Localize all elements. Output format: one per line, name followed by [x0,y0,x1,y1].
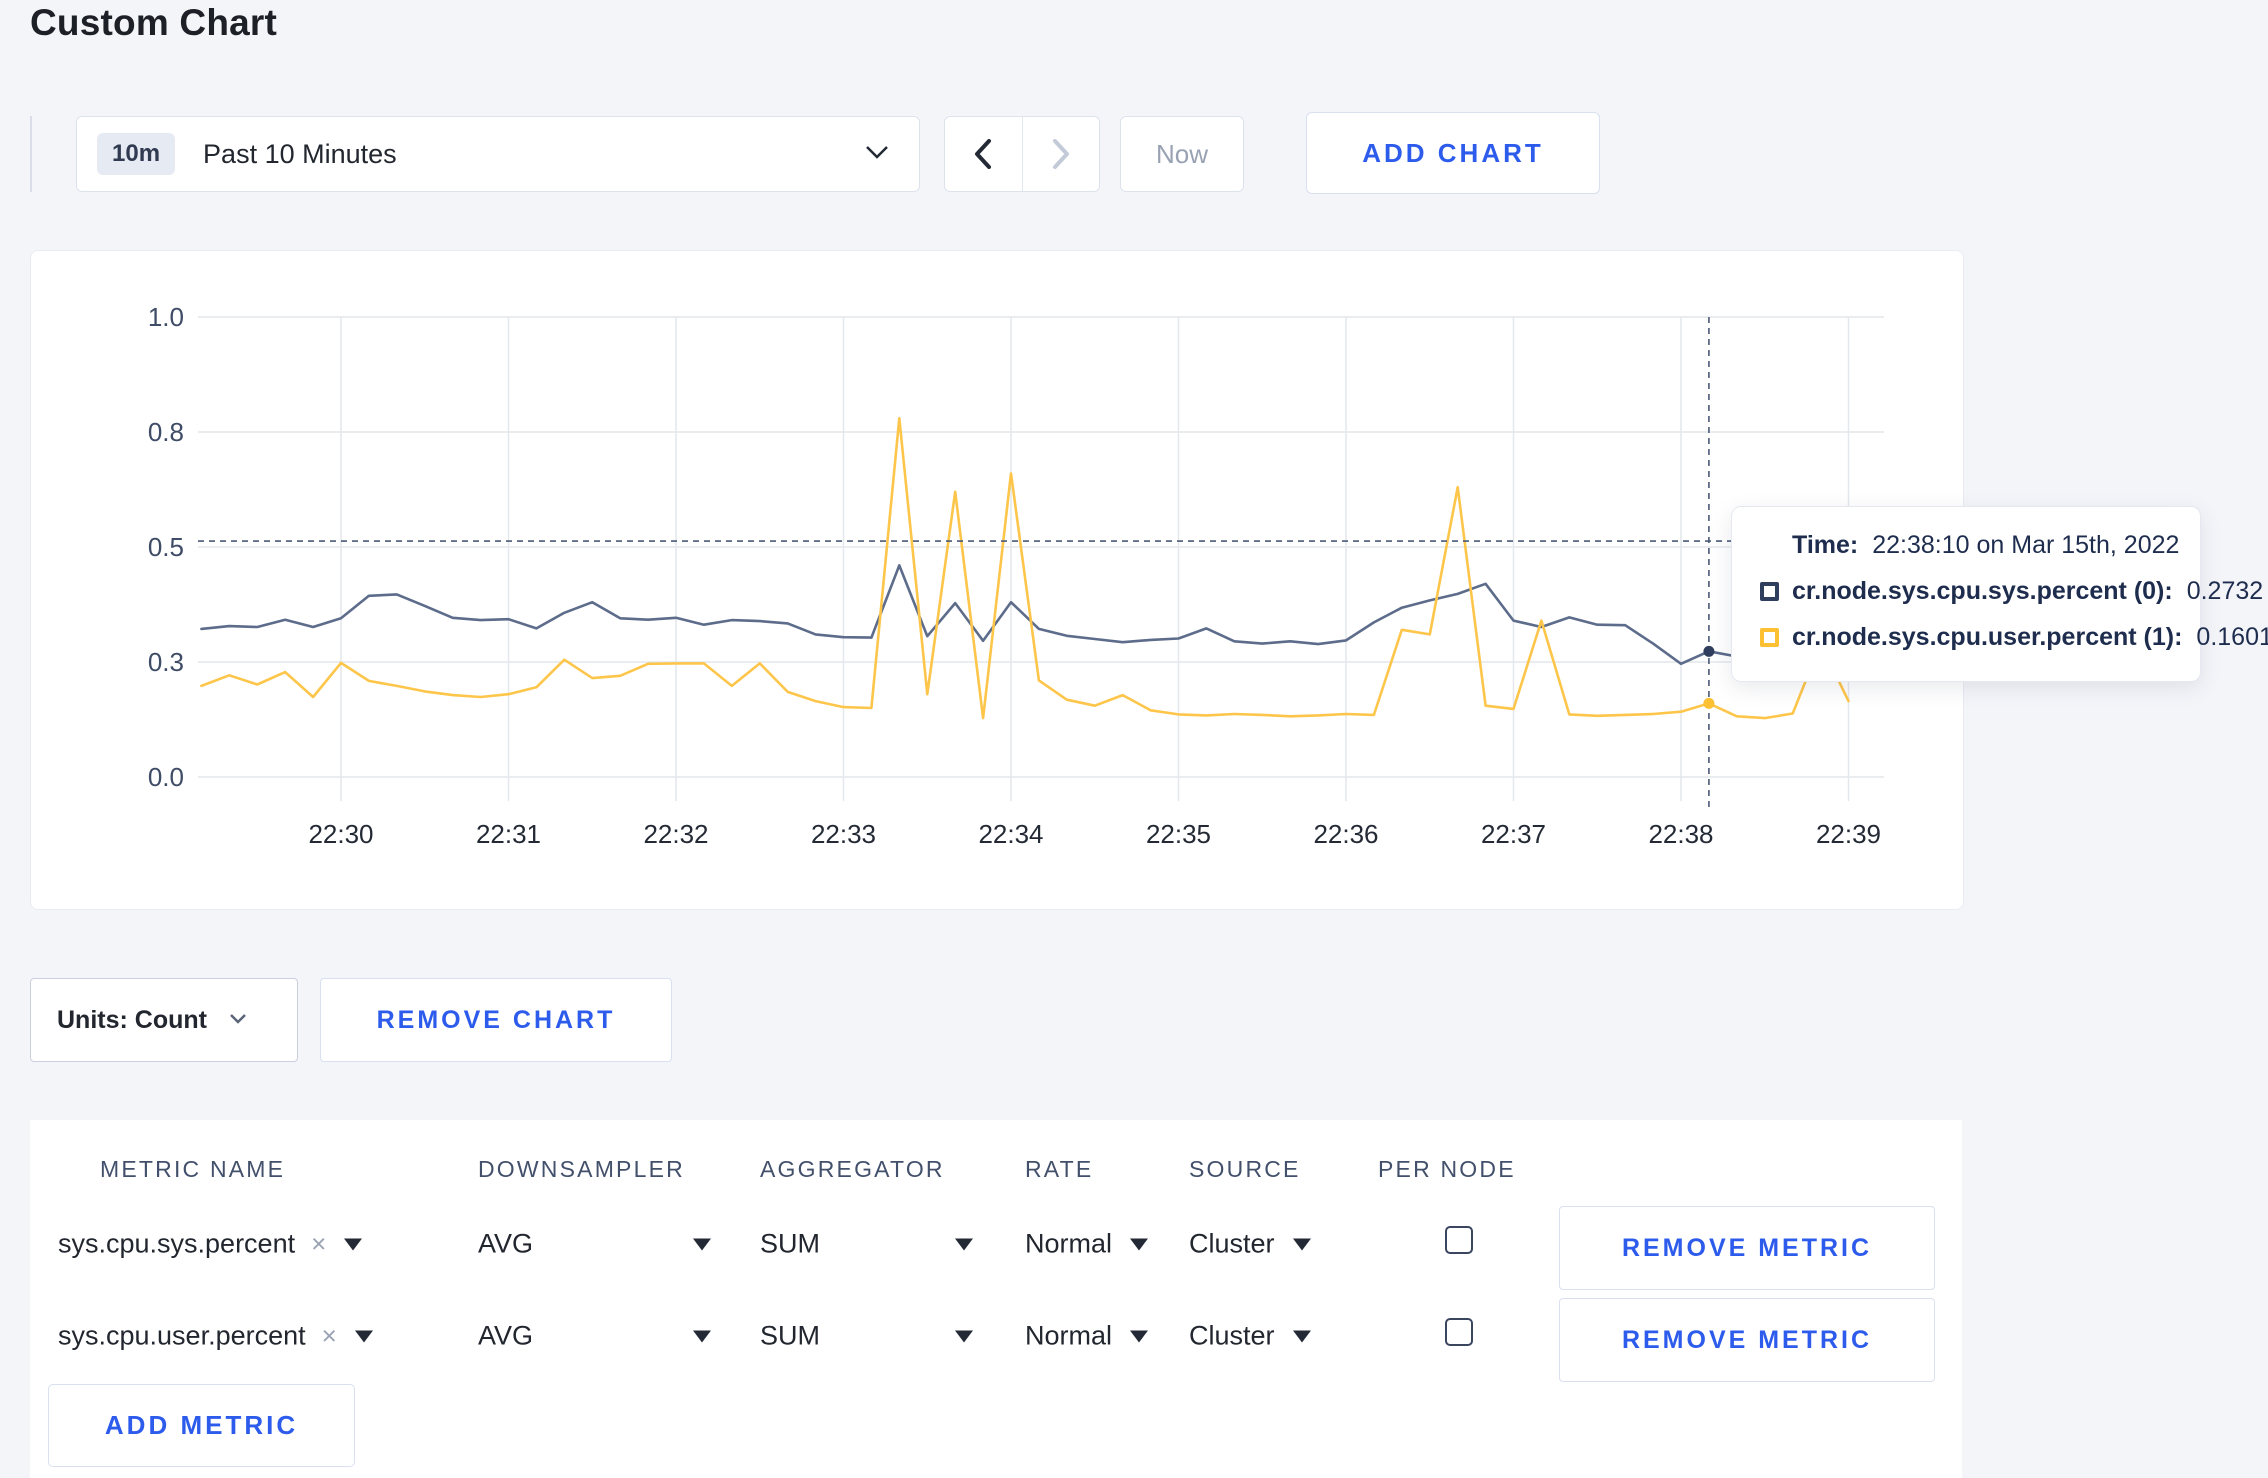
chevron-down-icon [229,1011,247,1029]
chart-card: 0.0 0.3 0.5 0.8 1.0 22:30 22:31 22:32 22:33 22:34… [30,250,2268,910]
crosshair [198,317,1884,811]
tooltip-series-row: cr.node.sys.cpu.user.percent (1): 0.1601 [1760,623,2268,652]
column-header-rate: RATE [1025,1156,1094,1182]
time-range-badge: 10m [97,133,176,175]
tooltip-time-value: 22:38:10 on Mar 15th, 2022 [1872,531,2180,559]
chevron-down-icon [354,1330,373,1342]
series-line-user [200,416,1850,720]
clear-metric-icon[interactable]: × [311,1229,326,1260]
source-select[interactable]: Cluster [1189,1229,1311,1260]
sys-series-swatch-icon [1760,582,1779,601]
tooltip-time-row: Time: 22:38:10 on Mar 15th, 2022 [1792,531,2200,560]
aggregator-value: SUM [760,1228,820,1259]
cpu-chart[interactable]: 0.0 0.3 0.5 0.8 1.0 22:30 22:31 22:32 22:33 22:34… [31,251,1963,909]
rate-value: Normal [1025,1320,1113,1351]
tooltip-user-value: 0.1601 [2196,623,2268,651]
x-gridlines: 22:30 22:31 22:32 22:33 22:34 22:35 22:36 22:37… [308,317,1881,849]
rate-select[interactable]: Normal [1025,1228,1149,1260]
per-node-checkbox[interactable] [1445,1226,1473,1254]
table-row: sys.cpu.user.percent × AVG SUM Normal Cl… [30,1290,1962,1382]
table-row: sys.cpu.sys.percent × AVG SUM Normal Clu… [30,1198,1962,1290]
add-chart-button[interactable]: ADD CHART [1306,112,1600,194]
svg-text:22:38: 22:38 [1648,819,1713,849]
page-title: Custom Chart [30,2,278,43]
svg-text:0.3: 0.3 [148,647,184,677]
column-header-downsampler: DOWNSAMPLER [478,1156,685,1182]
source-value: Cluster [1189,1320,1275,1351]
user-series-swatch-icon [1760,628,1779,647]
source-value: Cluster [1189,1228,1275,1259]
svg-text:22:35: 22:35 [1146,819,1211,849]
time-range-label: Past 10 Minutes [203,138,397,169]
metric-select[interactable]: sys.cpu.user.percent × [58,1321,373,1352]
svg-text:0.5: 0.5 [148,532,184,562]
metric-name: sys.cpu.sys.percent [58,1228,296,1259]
time-range-dropdown[interactable]: 10m Past 10 Minutes [76,116,920,192]
svg-text:0.0: 0.0 [148,762,184,792]
remove-metric-button[interactable]: REMOVE METRIC [1559,1298,1935,1382]
downsampler-value: AVG [478,1320,534,1351]
column-header-source: SOURCE [1189,1156,1301,1182]
column-header-aggregator: AGGREGATOR [760,1156,945,1182]
tooltip-sys-name: cr.node.sys.cpu.sys.percent (0): [1792,577,2173,605]
chevron-down-icon [955,1238,973,1250]
column-header-per-node: PER NODE [1378,1156,1516,1182]
y-gridlines: 0.0 0.3 0.5 0.8 1.0 [148,302,1884,792]
rate-select[interactable]: Normal [1025,1320,1149,1352]
tooltip-user-name: cr.node.sys.cpu.user.percent (1): [1792,623,2183,651]
hover-dot-user [1703,697,1715,709]
units-label: Units: Count [57,1005,207,1034]
chevron-down-icon [1130,1238,1149,1250]
remove-chart-button[interactable]: REMOVE CHART [320,978,672,1062]
downsampler-select[interactable]: AVG [478,1320,712,1352]
chevron-right-icon [1052,139,1069,169]
svg-text:1.0: 1.0 [148,302,184,332]
chevron-down-icon [955,1330,973,1342]
chevron-down-icon [693,1238,712,1250]
rate-value: Normal [1025,1228,1113,1259]
chevron-down-icon [1130,1330,1149,1342]
column-header-metric-name: METRIC NAME [100,1156,286,1182]
chevron-down-icon [344,1238,363,1250]
downsampler-value: AVG [478,1228,534,1259]
svg-text:22:36: 22:36 [1313,819,1378,849]
chart-tooltip: Time: 22:38:10 on Mar 15th, 2022 cr.node… [1731,506,2268,682]
tooltip-series-row: cr.node.sys.cpu.sys.percent (0): 0.2732 [1760,577,2263,606]
remove-metric-button[interactable]: REMOVE METRIC [1559,1206,1935,1290]
prev-time-button[interactable] [945,117,1023,191]
metric-name: sys.cpu.user.percent [58,1320,306,1351]
hover-dot-sys [1703,645,1715,657]
svg-text:22:39: 22:39 [1816,819,1881,849]
chevron-left-icon [975,139,992,169]
chevron-down-icon [865,145,889,164]
svg-text:22:30: 22:30 [308,819,373,849]
chevron-down-icon [1292,1330,1311,1342]
svg-text:22:34: 22:34 [978,819,1043,849]
clear-metric-icon[interactable]: × [322,1321,337,1352]
tooltip-time-label: Time: [1792,531,1859,559]
aggregator-select[interactable]: SUM [760,1321,973,1352]
now-button[interactable]: Now [1120,116,1244,192]
units-dropdown[interactable]: Units: Count [30,978,298,1062]
tooltip-sys-value: 0.2732 [2186,577,2264,605]
svg-text:22:33: 22:33 [811,819,876,849]
chevron-down-icon [693,1330,712,1342]
toolbar-divider [30,116,32,192]
aggregator-select[interactable]: SUM [760,1229,973,1260]
custom-chart-page: Custom Chart 10m Past 10 Minutes Now ADD… [0,0,2268,1478]
next-time-button[interactable] [1023,117,1100,191]
source-select[interactable]: Cluster [1189,1321,1311,1352]
metric-select[interactable]: sys.cpu.sys.percent × [58,1228,363,1260]
aggregator-value: SUM [760,1320,820,1351]
time-pager [944,116,1100,192]
add-metric-button[interactable]: ADD METRIC [48,1384,355,1467]
svg-text:22:32: 22:32 [643,819,708,849]
per-node-checkbox[interactable] [1445,1318,1473,1346]
svg-text:22:37: 22:37 [1481,819,1546,849]
svg-text:22:31: 22:31 [476,819,541,849]
chevron-down-icon [1292,1238,1311,1250]
downsampler-select[interactable]: AVG [478,1228,712,1260]
svg-text:0.8: 0.8 [148,417,184,447]
